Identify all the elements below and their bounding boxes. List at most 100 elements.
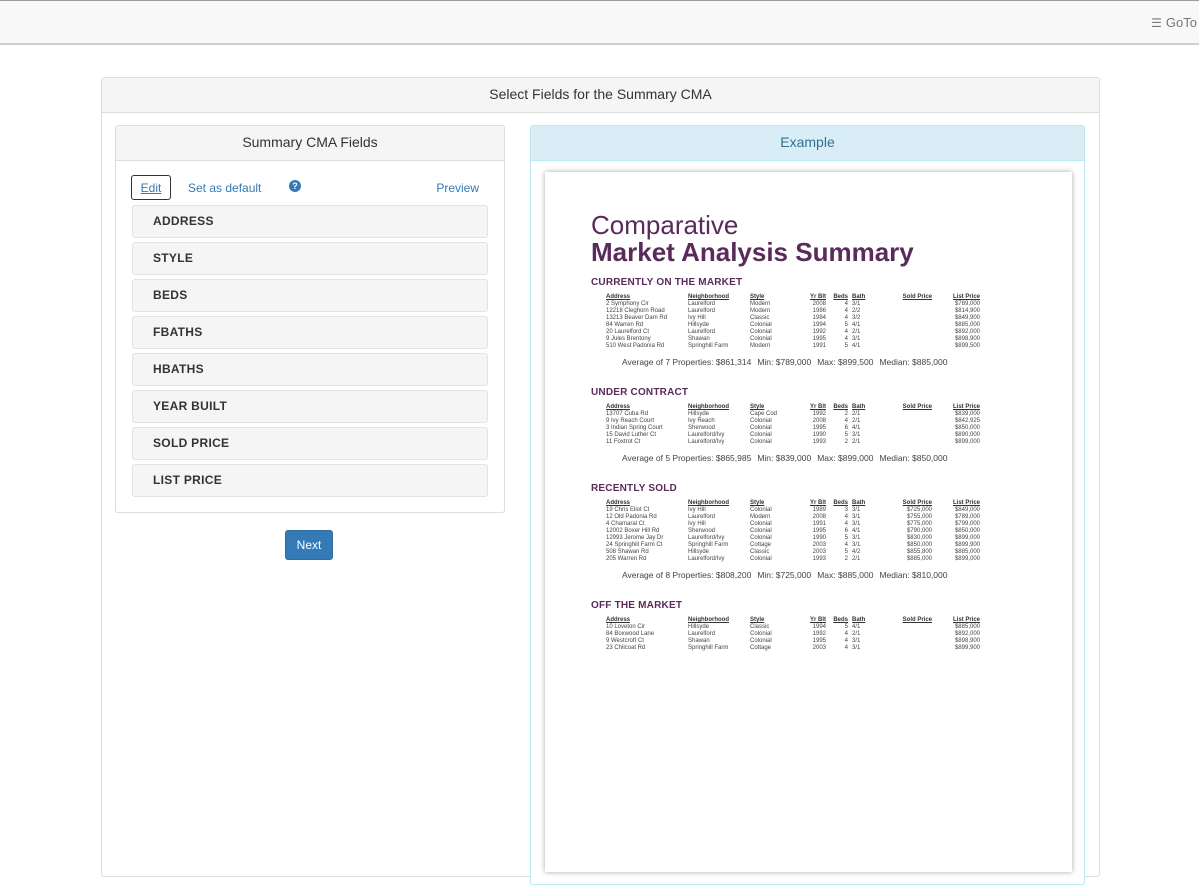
table-row: 2 Symphony Cir Laurelford Modern 2008 4 3/1 $7… bbox=[606, 301, 980, 308]
table-cell: 5 bbox=[844, 549, 848, 555]
table-row: 4 Chamaral Ct Ivy Hill Colonial 1991 4 3/1 $77… bbox=[606, 521, 980, 528]
table-cell: 5 bbox=[844, 322, 848, 328]
table-cell: $899,500 bbox=[954, 343, 980, 349]
table-cell: 9 Westcroft Ct bbox=[606, 638, 644, 644]
table-cell: Colonial bbox=[750, 432, 772, 438]
table-cell: Cape Cod bbox=[750, 411, 778, 417]
summary-stat: Max: $885,000 bbox=[817, 570, 874, 580]
table-cell: 2/1 bbox=[852, 631, 861, 637]
table-cell: $885,000 bbox=[906, 556, 932, 562]
next-button[interactable]: Next bbox=[285, 530, 333, 560]
table-cell: 2/1 bbox=[852, 418, 861, 424]
table-cell bbox=[884, 439, 932, 446]
table-cell: Laurelford/Ivy bbox=[688, 432, 725, 438]
table-cell: Colonial bbox=[750, 329, 772, 335]
table-row: 9 Westcroft Ct Shawan Colonial 1995 4 3/1 $898… bbox=[606, 638, 980, 645]
table-cell: $890,000 bbox=[954, 432, 980, 438]
table-cell: 4 bbox=[844, 638, 848, 644]
fields-toolbar: Edit Set as default ? Preview bbox=[131, 175, 489, 201]
table-cell: Classic bbox=[750, 624, 770, 630]
table-cell: 84 Warren Rd bbox=[606, 322, 644, 328]
table-row: 9 Jules Brentony Shawan Colonial 1995 4 3/1 $8… bbox=[606, 336, 980, 343]
table-cell: 24 Springhill Farm Ct bbox=[606, 542, 663, 548]
section-summary: Average of 7 Properties: $861,314 Min: $7… bbox=[622, 357, 1031, 367]
summary-stat: Max: $899,500 bbox=[817, 357, 874, 367]
field-list: ADDRESS STYLE BEDS FBATHS HBATHS YEAR BU… bbox=[132, 205, 488, 501]
table-cell: 4/1 bbox=[852, 322, 861, 328]
table-cell bbox=[884, 336, 932, 343]
table-cell: 3/1 bbox=[852, 432, 861, 438]
section-heading: CURRENTLY ON THE MARKET bbox=[591, 277, 743, 288]
table-cell: 4/1 bbox=[852, 425, 861, 431]
goto-label[interactable]: GoTo bbox=[1166, 15, 1197, 30]
table-cell: 1995 bbox=[812, 638, 826, 644]
field-item-hbaths[interactable]: HBATHS bbox=[132, 353, 488, 386]
summary-stat: Median: $885,000 bbox=[879, 357, 948, 367]
table-cell: Ivy Hill bbox=[688, 507, 706, 513]
table-cell: 4 bbox=[844, 542, 848, 548]
table-cell: Colonial bbox=[750, 336, 772, 342]
table-cell: Colonial bbox=[750, 631, 772, 637]
field-item-sold-price[interactable]: SOLD PRICE bbox=[132, 427, 488, 460]
table-cell: 19 Chris Eliot Ct bbox=[606, 507, 650, 513]
table-row: 510 West Padonia Rd Springhill Farm Modern… bbox=[606, 343, 980, 350]
table-cell: 2003 bbox=[812, 542, 826, 548]
table-cell: 1994 bbox=[812, 624, 826, 630]
summary-stat: Average of 7 Properties: $861,314 bbox=[622, 357, 752, 367]
column-header: Neighborhood bbox=[688, 404, 729, 410]
edit-button[interactable]: Edit bbox=[131, 175, 171, 200]
table-cell bbox=[884, 624, 932, 631]
goto-menu[interactable]: ☰ GoTo bbox=[1151, 15, 1197, 30]
section-heading: OFF THE MARKET bbox=[591, 600, 683, 611]
help-icon[interactable]: ? bbox=[289, 180, 301, 192]
column-header: List Price bbox=[952, 404, 980, 410]
section-summary: Average of 8 Properties: $808,200 Min: $7… bbox=[622, 570, 1031, 580]
table-cell: 5 bbox=[844, 343, 848, 349]
table-cell: 4 bbox=[844, 329, 848, 335]
table-row: 12002 Boxer Hill Rd Sherwood Colonial 1995 6… bbox=[606, 528, 980, 535]
table-cell: Hillsyde bbox=[688, 624, 710, 630]
table-cell: 4 bbox=[844, 336, 848, 342]
table-cell: 3 Indian Spring Court bbox=[606, 425, 663, 431]
table-cell: Ivy Hill bbox=[688, 521, 706, 527]
summary-cma-fields-panel: Summary CMA Fields Edit Set as default ?… bbox=[115, 125, 505, 513]
table-cell bbox=[884, 301, 932, 308]
table-cell: $725,000 bbox=[906, 507, 932, 513]
table-cell: Colonial bbox=[750, 507, 772, 513]
table-cell: Cottage bbox=[750, 645, 772, 651]
table-cell: 1995 bbox=[812, 528, 826, 534]
table-cell: Modern bbox=[750, 343, 771, 349]
table-cell: 3/1 bbox=[852, 301, 861, 307]
section-off-the-market: OFF THE MARKET Address Neighborhood Style Yr… bbox=[591, 600, 1031, 652]
column-header: Neighborhood bbox=[688, 294, 729, 300]
table-cell: $830,000 bbox=[906, 535, 932, 541]
table-row: 15 David Luther Ct Laurelford/Ivy Colonial… bbox=[606, 432, 980, 439]
column-header: Beds bbox=[833, 404, 848, 410]
field-item-style[interactable]: STYLE bbox=[132, 242, 488, 275]
field-item-beds[interactable]: BEDS bbox=[132, 279, 488, 312]
set-as-default-link[interactable]: Set as default bbox=[188, 181, 261, 195]
table-cell: 13213 Beaver Dam Rd bbox=[606, 315, 668, 321]
table-cell: $799,000 bbox=[954, 521, 980, 527]
field-item-list-price[interactable]: LIST PRICE bbox=[132, 464, 488, 497]
table-cell: Modern bbox=[750, 308, 771, 314]
preview-link[interactable]: Preview bbox=[436, 181, 479, 195]
doc-title-line1: Comparative bbox=[591, 210, 739, 240]
hamburger-icon[interactable]: ☰ bbox=[1151, 16, 1162, 30]
field-item-year-built[interactable]: YEAR BUILT bbox=[132, 390, 488, 423]
field-item-address[interactable]: ADDRESS bbox=[132, 205, 488, 238]
table-row: 19 Chris Eliot Ct Ivy Hill Colonial 1989 3 3/… bbox=[606, 507, 980, 514]
table-cell: 4 Chamaral Ct bbox=[606, 521, 645, 527]
table-cell: $850,000 bbox=[906, 542, 932, 548]
column-header: Bath bbox=[852, 404, 866, 410]
table-cell: 6 bbox=[844, 528, 848, 534]
column-header: Address bbox=[606, 404, 631, 410]
table-cell: 2/1 bbox=[852, 556, 861, 562]
table-cell: 1991 bbox=[812, 343, 826, 349]
table-cell: $899,000 bbox=[954, 439, 980, 445]
table-cell bbox=[884, 315, 932, 322]
table-cell: $790,000 bbox=[906, 528, 932, 534]
field-item-fbaths[interactable]: FBATHS bbox=[132, 316, 488, 349]
table-cell: $899,900 bbox=[954, 645, 980, 651]
table-cell: Classic bbox=[750, 315, 770, 321]
